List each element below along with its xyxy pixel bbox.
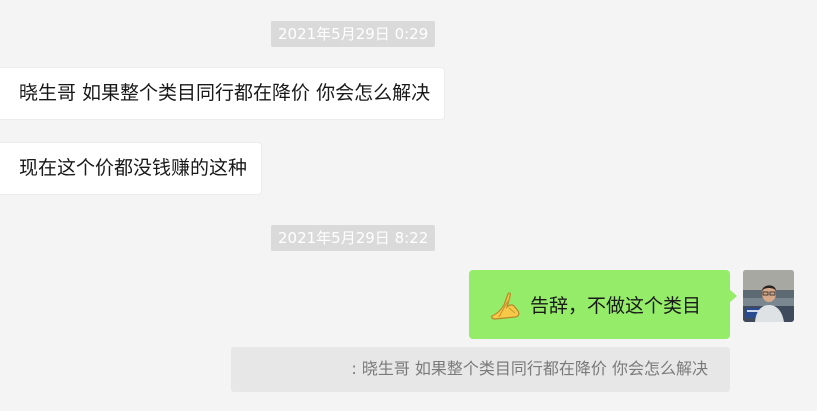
message-text: 晓生哥 如果整个类目同行都在降价 你会怎么解决 [19, 82, 431, 104]
message-text: 现在这个价都没钱赚的这种 [19, 157, 248, 179]
incoming-message-2[interactable]: 现在这个价都没钱赚的这种 [0, 142, 263, 195]
incoming-message-1[interactable]: 晓生哥 如果整个类目同行都在降价 你会怎么解决 [0, 67, 446, 120]
avatar[interactable] [743, 270, 794, 322]
quoted-reply[interactable]: : 晓生哥 如果整个类目同行都在降价 你会怎么解决 [231, 347, 730, 392]
timestamp-1: 2021年5月29日 0:29 [271, 21, 436, 47]
message-text: 告辞，不做这个类目 [530, 295, 702, 317]
timestamp-2: 2021年5月29日 8:22 [271, 225, 436, 251]
folded-hands-icon [489, 289, 523, 321]
chat-window: { "messages": [ {"type": "timestamp", "t… [0, 0, 817, 411]
quote-text: : 晓生哥 如果整个类目同行都在降价 你会怎么解决 [351, 359, 708, 378]
outgoing-message[interactable]: 告辞，不做这个类目 [469, 270, 737, 339]
